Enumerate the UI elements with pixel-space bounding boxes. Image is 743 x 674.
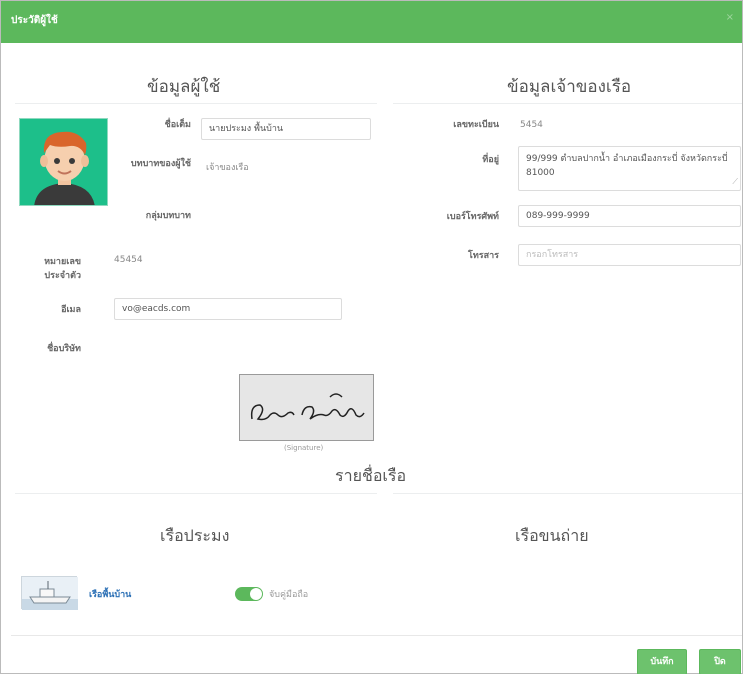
- id-card-label: หมายเลขประจำตัว: [44, 257, 81, 281]
- transfer-ship-heading: เรือขนถ่าย: [515, 526, 589, 545]
- role-value: เจ้าของเรือ: [206, 163, 249, 173]
- boat-icon: [22, 577, 78, 610]
- phone-field[interactable]: 089-999-9999: [518, 205, 741, 227]
- user-info-heading: ข้อมูลผู้ใช้: [147, 77, 221, 97]
- person-avatar-icon: [20, 119, 107, 205]
- divider: [15, 103, 377, 104]
- phone-label: เบอร์โทรศัพท์: [446, 212, 499, 222]
- ship-list-heading: รายชื่อเรือ: [335, 466, 407, 485]
- resize-handle-icon[interactable]: ⟋: [732, 175, 738, 189]
- toggle-knob: [250, 588, 262, 600]
- divider: [15, 493, 377, 494]
- modal-header: ประวัติผู้ใช้ ×: [1, 1, 742, 43]
- ship-thumbnail[interactable]: [21, 576, 78, 610]
- signature-image: [239, 374, 374, 441]
- divider: [393, 103, 742, 104]
- address-value: 99/999 ตำบลปากน้ำ อำเภอเมืองกระบี่ จังหว…: [526, 154, 728, 178]
- registration-label: เลขทะเบียน: [453, 120, 499, 130]
- close-icon[interactable]: ×: [726, 12, 734, 23]
- role-group-label: กลุ่มบทบาท: [145, 211, 191, 221]
- signature-caption: (Signature): [284, 444, 324, 452]
- company-label: ชื่อบริษัท: [47, 344, 81, 354]
- full-name-label: ชื่อเต็ม: [164, 120, 191, 130]
- avatar: [19, 118, 108, 206]
- pair-mobile-toggle[interactable]: [235, 587, 263, 601]
- footer-divider: [11, 635, 742, 636]
- fax-field[interactable]: กรอกโทรสาร: [518, 244, 741, 266]
- owner-info-heading: ข้อมูลเจ้าของเรือ: [507, 77, 632, 97]
- fishing-ship-heading: เรือประมง: [160, 526, 230, 545]
- modal-title: ประวัติผู้ใช้: [11, 15, 58, 26]
- fax-label: โทรสาร: [468, 251, 499, 261]
- user-profile-modal: ประวัติผู้ใช้ × ข้อมูลผู้ใช้ ชื่อเต็ม นา…: [0, 0, 743, 674]
- close-button[interactable]: ปิด: [699, 649, 741, 674]
- address-label: ที่อยู่: [482, 155, 499, 165]
- role-label: บทบาทของผู้ใช้: [130, 159, 191, 169]
- divider: [393, 493, 742, 494]
- registration-value: 5454: [520, 120, 543, 130]
- full-name-field[interactable]: นายประมง พื้นบ้าน: [201, 118, 371, 140]
- ship-name-link[interactable]: เรือพื้นบ้าน: [89, 587, 131, 601]
- signature-scribble-icon: [250, 393, 365, 421]
- email-field[interactable]: vo@eacds.com: [114, 298, 342, 320]
- id-card-value: 45454: [114, 255, 143, 265]
- save-button[interactable]: บันทึก: [637, 649, 687, 674]
- email-label: อีเมล: [61, 305, 81, 315]
- address-field[interactable]: 99/999 ตำบลปากน้ำ อำเภอเมืองกระบี่ จังหว…: [518, 146, 741, 191]
- pair-mobile-label: จับคู่มือถือ: [269, 590, 309, 600]
